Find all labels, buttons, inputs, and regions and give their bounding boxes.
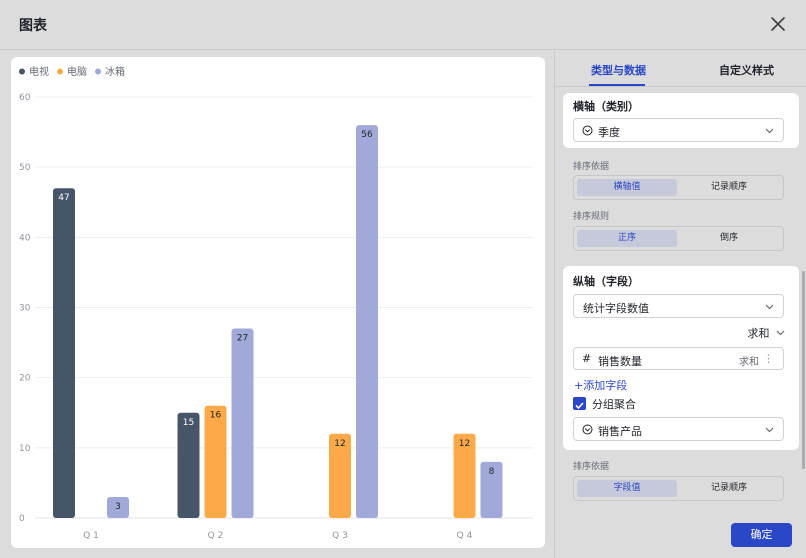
add-field-link[interactable]: +添加字段 [574,377,627,393]
x-tick-label: Q 2 [208,531,224,541]
y-axis-card: 纵轴（字段） 统计字段数值 求和 # 销售数量 求和 ⋮ +添加字段 分组聚合 … [563,266,799,450]
y-axis-mode-value: 统计字段数值 [583,302,649,315]
aggregate-select[interactable]: 求和 [748,325,786,341]
chevron-down-icon [776,330,785,336]
x-axis-field-select[interactable]: 季度 [573,118,784,142]
y-tick-label: 0 [19,514,25,524]
data-label: 16 [210,411,222,421]
x-sort-by-label: 排序依据 [573,162,610,172]
data-label: 12 [334,439,345,449]
group-aggregate-label: 分组聚合 [592,398,636,411]
legend-marker [95,68,101,75]
data-label: 15 [183,418,194,428]
group-field-value: 销售产品 [598,425,642,438]
y-tick-label: 60 [19,93,31,103]
group-aggregate-checkbox[interactable] [573,397,586,410]
data-label: 3 [115,502,121,512]
legend-label: 电脑 [67,65,87,78]
y-tick-label: 50 [19,163,31,173]
y-axis-title: 纵轴（字段） [573,275,639,288]
value-field-aggregate[interactable]: 求和 [739,353,759,368]
aggregate-value: 求和 [747,327,770,340]
x-tick-label: Q 1 [83,531,99,541]
data-label: 47 [58,193,69,203]
chevron-down-icon [765,304,774,310]
tab-custom-style[interactable]: 自定义样式 [719,62,774,78]
legend-label: 电视 [29,65,49,78]
group-field-select[interactable]: 销售产品 [573,417,784,441]
dialog-title: 图表 [19,18,47,34]
confirm-button[interactable]: 确定 [731,523,792,547]
chevron-down-icon [765,427,774,433]
value-field-row[interactable]: # 销售数量 求和 ⋮ [573,347,784,370]
chevron-down-icon [765,128,774,134]
y-sort-by-label: 排序依据 [573,462,610,472]
sort-ascending[interactable]: 正序 [577,230,677,247]
data-label: 12 [459,439,470,449]
x-tick-label: Q 4 [457,531,473,541]
legend-marker [19,68,25,75]
x-axis-field-value: 季度 [598,126,620,139]
x-sort-order-label: 排序规则 [573,212,610,222]
tab-bar: 类型与数据 自定义样式 [555,51,806,87]
data-label: 27 [237,334,248,344]
bar-chart: 电视 电脑 冰箱 0 10 20 30 40 50 60 47 3 Q 1 15 16 27 Q 2 12 56 Q … [19,65,533,541]
y-tick-label: 30 [19,304,31,314]
close-icon[interactable] [768,14,788,34]
x-sort-by-toggle: 横轴值 记录顺序 [573,175,784,200]
bar [53,188,75,518]
legend-marker [57,68,63,75]
data-label: 8 [489,467,495,477]
y-sort-by-record-order[interactable]: 记录顺序 [679,480,779,497]
scrollbar[interactable] [802,271,805,469]
y-sort-by-field-value[interactable]: 字段值 [577,480,677,497]
chart-panel: 电视 电脑 冰箱 0 10 20 30 40 50 60 47 3 Q 1 15 16 27 Q 2 12 56 Q … [11,57,545,548]
bar [356,125,378,519]
category-field-icon [582,424,593,435]
y-tick-label: 10 [19,444,31,454]
x-sort-by-record-order[interactable]: 记录顺序 [679,179,779,196]
x-axis-card: 横轴（类别） 季度 [563,93,799,148]
dialog-header: 图表 [0,0,806,50]
active-tab-indicator [589,84,645,86]
y-sort-by-toggle: 字段值 记录顺序 [573,476,784,501]
category-field-icon [582,125,593,136]
bar [204,405,227,518]
sort-descending[interactable]: 倒序 [679,230,779,247]
config-panel: 类型与数据 自定义样式 横轴（类别） 季度 排序依据 横轴值 记录顺序 排序规则… [554,51,806,558]
chart-dialog: 图表 电视 电脑 冰箱 0 10 20 30 40 50 60 47 3 Q 1 15 16 27 Q 2 12 5… [0,0,806,558]
y-axis-mode-select[interactable]: 统计字段数值 [573,294,784,318]
bar [177,412,200,518]
more-icon[interactable]: ⋮ [763,352,774,365]
value-field-name: 销售数量 [598,355,642,368]
bar [231,328,254,518]
x-tick-label: Q 3 [332,531,348,541]
y-tick-label: 40 [19,233,31,243]
number-field-icon: # [582,352,592,365]
tab-type-data[interactable]: 类型与数据 [591,62,646,78]
x-sort-by-axis-value[interactable]: 横轴值 [577,179,677,196]
data-label: 56 [361,130,373,140]
x-axis-title: 横轴（类别） [573,100,639,113]
y-tick-label: 20 [19,374,31,384]
x-sort-order-toggle: 正序 倒序 [573,226,784,251]
legend-label: 冰箱 [105,65,125,78]
check-icon [575,402,584,410]
